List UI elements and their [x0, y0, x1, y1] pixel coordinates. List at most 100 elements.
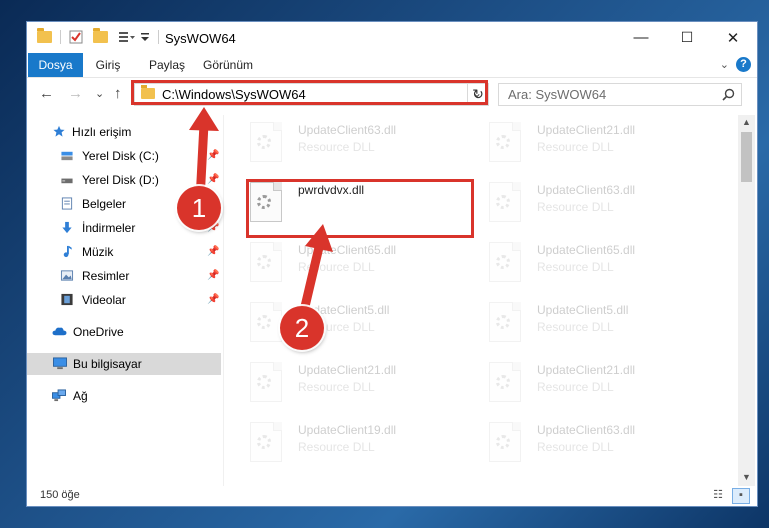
gear-icon: [496, 135, 510, 149]
sidebar-item-network[interactable]: Ağ: [27, 385, 221, 407]
file-item[interactable]: UpdateClient65.dll Resource DLL: [246, 238, 466, 290]
vertical-scrollbar[interactable]: ▲ ▼: [738, 115, 755, 486]
pictures-icon: [60, 270, 74, 281]
explorer-window: SysWOW64 — ☐ ✕ Dosya Giriş Paylaş Görünü…: [27, 22, 757, 506]
downloads-icon: [62, 221, 72, 234]
file-name: UpdateClient21.dll: [537, 123, 636, 137]
dll-file-icon: [250, 422, 282, 462]
large-icons-view-icon[interactable]: ▪: [732, 488, 750, 504]
status-bar: 150 öğe ☷ ▪: [27, 486, 757, 506]
pin-icon[interactable]: 📌: [207, 265, 219, 287]
file-type: Resource DLL: [537, 380, 614, 394]
new-folder-icon[interactable]: [93, 28, 108, 43]
file-type: Resource DLL: [298, 440, 375, 454]
file-name: UpdateClient21.dll: [298, 363, 397, 377]
step-2-badge: 2: [280, 306, 324, 350]
address-highlight-box: [131, 80, 488, 105]
folder-icon: [37, 28, 52, 43]
dll-file-icon: [250, 302, 282, 342]
gear-icon: [496, 375, 510, 389]
dll-file-icon: [250, 122, 282, 162]
cloud-icon: [52, 327, 67, 336]
gear-icon: [257, 255, 271, 269]
dll-file-icon: [489, 182, 521, 222]
file-item[interactable]: UpdateClient65.dll Resource DLL: [485, 238, 705, 290]
tab-view[interactable]: Görünüm: [199, 53, 257, 77]
search-icon[interactable]: [722, 88, 735, 101]
file-item[interactable]: UpdateClient5.dll Resource DLL: [485, 298, 705, 350]
tab-share[interactable]: Paylaş: [142, 53, 192, 77]
gear-icon: [257, 135, 271, 149]
file-name: UpdateClient63.dll: [537, 423, 636, 437]
dll-file-icon: [489, 422, 521, 462]
pin-icon[interactable]: 📌: [207, 241, 219, 263]
properties-icon[interactable]: [69, 30, 83, 44]
customize-toolbar-icon[interactable]: [118, 30, 136, 44]
maximize-button[interactable]: ☐: [664, 22, 710, 53]
sidebar-item-onedrive[interactable]: OneDrive: [27, 321, 221, 343]
file-item[interactable]: UpdateClient63.dll Resource DLL: [485, 418, 705, 470]
file-type: Resource DLL: [537, 140, 614, 154]
pane-divider[interactable]: [223, 115, 224, 486]
file-type: Resource DLL: [537, 200, 614, 214]
recent-locations-button[interactable]: ⌄: [95, 87, 104, 100]
scrollbar-thumb[interactable]: [741, 132, 752, 182]
forward-button[interactable]: →: [68, 85, 83, 102]
file-list: UpdateClient63.dll Resource DLL pwrdvdvx…: [242, 115, 732, 486]
sidebar-item-pictures[interactable]: Resimler 📌: [27, 265, 221, 287]
file-item[interactable]: UpdateClient19.dll Resource DLL: [246, 418, 466, 470]
pin-icon[interactable]: 📌: [207, 289, 219, 311]
back-button[interactable]: ←: [39, 85, 54, 102]
search-box[interactable]: Ara: SysWOW64: [498, 83, 742, 106]
help-button[interactable]: ?: [736, 57, 751, 72]
computer-icon: [53, 357, 67, 370]
window-title: SysWOW64: [165, 31, 236, 46]
file-name: UpdateClient63.dll: [298, 123, 397, 137]
file-item[interactable]: UpdateClient5.dll Resource DLL: [246, 298, 466, 350]
sidebar-item-label: İndirmeler: [82, 221, 136, 235]
toolbar-divider: [158, 30, 159, 44]
file-item[interactable]: UpdateClient63.dll Resource DLL: [246, 118, 466, 170]
tab-file[interactable]: Dosya: [28, 53, 83, 77]
sidebar-item-music[interactable]: Müzik 📌: [27, 241, 221, 263]
sidebar-item-quick-access[interactable]: Hızlı erişim: [27, 121, 221, 143]
scroll-down-icon[interactable]: ▼: [738, 472, 755, 482]
sidebar-item-local-disk-c[interactable]: Yerel Disk (C:) 📌: [27, 145, 221, 167]
dropdown-arrow-icon[interactable]: [140, 30, 150, 44]
title-bar: SysWOW64 — ☐ ✕: [27, 22, 757, 53]
up-button[interactable]: ↑: [114, 85, 122, 102]
scroll-up-icon[interactable]: ▲: [738, 117, 755, 127]
close-button[interactable]: ✕: [710, 22, 756, 53]
file-name: UpdateClient65.dll: [298, 243, 397, 257]
gear-icon: [257, 375, 271, 389]
sidebar-item-label: Ağ: [73, 389, 88, 403]
sidebar-item-label: Videolar: [82, 293, 126, 307]
tab-home[interactable]: Giriş: [87, 53, 129, 77]
file-item[interactable]: UpdateClient21.dll Resource DLL: [485, 358, 705, 410]
gear-icon: [257, 315, 271, 329]
star-icon: [53, 125, 65, 137]
minimize-button[interactable]: —: [618, 22, 664, 53]
file-item[interactable]: UpdateClient63.dll Resource DLL: [485, 178, 705, 230]
dll-file-icon: [250, 362, 282, 402]
dll-file-icon: [250, 242, 282, 282]
file-item[interactable]: UpdateClient21.dll Resource DLL: [485, 118, 705, 170]
file-item[interactable]: UpdateClient21.dll Resource DLL: [246, 358, 466, 410]
sidebar-item-this-pc[interactable]: Bu bilgisayar: [27, 353, 221, 375]
search-input[interactable]: Ara: SysWOW64: [508, 87, 606, 102]
sidebar-item-videos[interactable]: Videolar 📌: [27, 289, 221, 311]
sidebar-item-label: Hızlı erişim: [72, 125, 132, 139]
dll-file-icon: [489, 242, 521, 282]
item-count: 150 öğe: [40, 489, 80, 501]
details-view-icon[interactable]: ☷: [710, 488, 726, 502]
dll-file-icon: [489, 122, 521, 162]
gear-icon: [496, 255, 510, 269]
expand-ribbon-icon[interactable]: ⌄: [720, 58, 729, 71]
drive-icon: [61, 178, 73, 184]
sidebar-item-label: OneDrive: [73, 325, 124, 339]
file-type: Resource DLL: [298, 260, 375, 274]
pin-icon[interactable]: 📌: [207, 145, 219, 167]
sidebar-item-label: Yerel Disk (D:): [82, 173, 159, 187]
step-1-badge: 1: [177, 186, 221, 230]
file-name: UpdateClient21.dll: [537, 363, 636, 377]
